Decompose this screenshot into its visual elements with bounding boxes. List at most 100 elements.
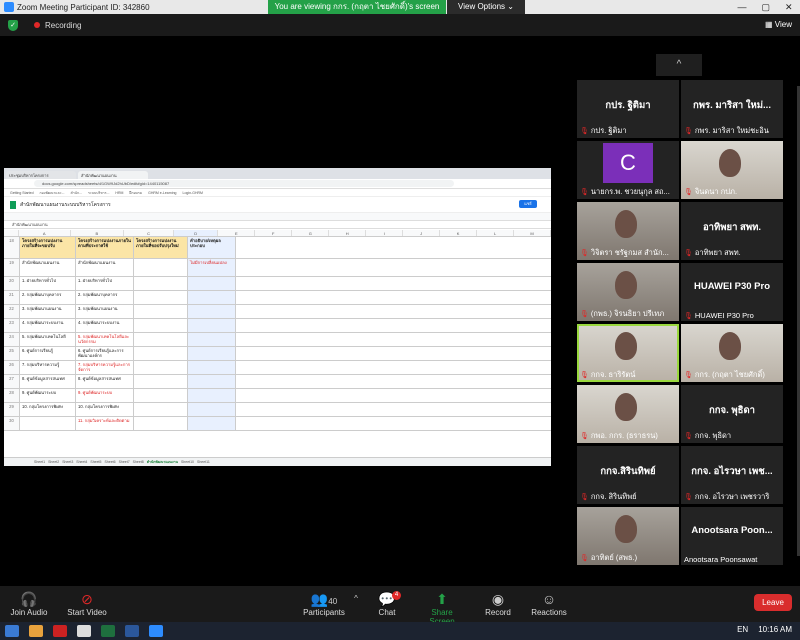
join-audio-button[interactable]: 🎧 Join Audio [8, 590, 50, 617]
view-button[interactable]: ▦ View [765, 20, 792, 29]
shared-screen[interactable]: ประชุมบริหารโครงการ สำนักพัฒนาแผนงาน doc… [4, 168, 551, 466]
participant-tile[interactable]: กกจ.สิรินทิพย์ 🎙 กกจ. สิรินทิพย์ [577, 446, 679, 504]
table-cell[interactable] [134, 375, 188, 388]
table-cell[interactable] [134, 417, 188, 430]
sheet-tab[interactable]: Sheet7 [119, 460, 130, 464]
browser-tab[interactable]: ประชุมบริหารโครงการ [6, 171, 76, 179]
table-cell[interactable] [134, 389, 188, 402]
table-cell[interactable] [134, 347, 188, 360]
header-cell[interactable]: คำอธิบาย/เหตุผลประกอบ [188, 237, 236, 258]
table-cell[interactable] [188, 319, 236, 332]
formula-bar[interactable]: สำนักพัฒนาแผนงาน [4, 221, 551, 229]
table-cell[interactable]: 3. กลุ่มพัฒนาแผนงาน [76, 305, 134, 318]
table-cell[interactable] [188, 375, 236, 388]
bookmark[interactable]: GHRM e-Learning [148, 191, 176, 195]
reactions-button[interactable]: ☺ Reactions [530, 590, 568, 617]
table-cell[interactable] [20, 417, 76, 430]
close-icon[interactable]: ✕ [785, 2, 793, 13]
participant-tile[interactable]: 🎙 กพอ. กกร. (ธราธรน) [577, 385, 679, 443]
table-cell[interactable]: ไม่มีการเปลี่ยนแปลง [188, 259, 236, 276]
table-cell[interactable]: 4. กลุ่มพัฒนาระบบงาน [76, 319, 134, 332]
language-indicator[interactable]: EN [737, 625, 748, 634]
table-cell[interactable]: 8. ศูนย์ข้อมูลสารสนเทศ [76, 375, 134, 388]
participant-tile[interactable]: กกจ. อไรวษา เพช... 🎙 กกจ. อไรวษา เพชรวาริ [681, 446, 783, 504]
table-cell[interactable]: 5. กลุ่มพัฒนาเทคโนโลยี [20, 333, 76, 346]
chat-button[interactable]: 💬 4 Chat [372, 590, 402, 617]
table-cell[interactable]: 8. ศูนย์ข้อมูลสารสนเทศ [20, 375, 76, 388]
sheet-grid[interactable]: A B C D E F G H I J K L M 18 โครงสร้างกา… [4, 230, 551, 456]
table-cell[interactable] [188, 277, 236, 290]
file-explorer-icon[interactable] [29, 625, 43, 637]
header-cell[interactable]: โครงสร้างการแบ่งงานภายในตามที่ประกาศใช้ [76, 237, 134, 258]
leave-button[interactable]: Leave [754, 594, 792, 611]
table-cell[interactable]: 5. กลุ่มพัฒนาเทคโนโลยีและนวัตกรรม [76, 333, 134, 346]
participant-tile[interactable]: 🎙 อาทิตย์ (สพธ.) [577, 507, 679, 565]
security-shield-icon[interactable]: ✓ [8, 19, 18, 31]
maximize-icon[interactable]: ▢ [761, 2, 770, 13]
table-cell[interactable]: 6. ศูนย์การเรียนรู้ [20, 347, 76, 360]
sheet-tab[interactable]: Sheet11 [197, 460, 210, 464]
excel-icon[interactable] [101, 625, 115, 637]
table-cell[interactable] [134, 291, 188, 304]
table-cell[interactable] [188, 403, 236, 416]
table-cell[interactable] [188, 333, 236, 346]
windows-start-icon[interactable] [5, 625, 19, 637]
table-cell[interactable] [188, 291, 236, 304]
bookmark[interactable]: กองพัฒนาและ... [40, 190, 65, 196]
chrome-icon[interactable] [77, 625, 91, 637]
participant-tile[interactable]: HUAWEI P30 Pro 🎙 HUAWEI P30 Pro [681, 263, 783, 321]
table-cell[interactable] [134, 333, 188, 346]
sheet-tab[interactable]: Sheet4 [76, 460, 87, 464]
bookmark[interactable]: ระบบบริหาร... [88, 190, 109, 196]
table-cell[interactable] [134, 259, 188, 276]
table-cell[interactable] [134, 403, 188, 416]
sheet-tab[interactable]: Sheet3 [62, 460, 73, 464]
table-cell[interactable]: 7. กลุ่มบริหารความรู้ [20, 361, 76, 374]
participant-tile[interactable]: 🎙 จินดนา กปภ. [681, 141, 783, 199]
table-cell[interactable]: 11. กลุ่มวิเคราะห์และติดตาม [76, 417, 134, 430]
table-cell[interactable] [188, 361, 236, 374]
table-cell[interactable]: 4. กลุ่มพัฒนาระบบงาน [20, 319, 76, 332]
word-icon[interactable] [125, 625, 139, 637]
bookmark[interactable]: HRM [115, 191, 123, 195]
table-cell[interactable] [188, 389, 236, 402]
table-cell[interactable]: 1. ฝ่ายบริหารทั่วไป [20, 277, 76, 290]
header-cell[interactable]: โครงสร้างการแบ่งงานภายในที่ขอปรับปรุงใหม… [134, 237, 188, 258]
participant-tile[interactable]: 🎙 กกจ. ธาริรัตน์ [577, 324, 679, 382]
collapse-panel-chevron-up-icon[interactable]: ^ [656, 54, 702, 76]
browser-url[interactable]: docs.google.com/spreadsheets/d/1GW9Jd2hU… [34, 180, 454, 187]
table-cell[interactable]: สำนักพัฒนาแผนงาน [76, 259, 134, 276]
table-cell[interactable] [188, 417, 236, 430]
header-cell[interactable]: โครงสร้างการแบ่งงานภายในที่จะขอปรับ [20, 237, 76, 258]
table-cell[interactable]: 10. กลุ่มโครงการพิเศษ [76, 403, 134, 416]
table-cell[interactable]: 10. กลุ่มโครงการพิเศษ [20, 403, 76, 416]
minimize-icon[interactable]: — [737, 2, 746, 13]
participants-button[interactable]: 👥40 Participants [298, 590, 350, 617]
participant-tile[interactable]: กพร. มาริสา ใหม่... 🎙 กพร. มาริสา ใหม่ชะอิ… [681, 80, 783, 138]
start-video-button[interactable]: ⊘ Start Video [64, 590, 110, 617]
bookmark[interactable]: Getting Started [10, 191, 34, 195]
table-cell[interactable] [134, 305, 188, 318]
opera-icon[interactable] [53, 625, 67, 637]
participant-tile[interactable]: 🎙 กกร. (กฤตา ไชยศักดิ์) [681, 324, 783, 382]
sheet-tab[interactable]: สำนักพัฒนาแผนงาน [147, 459, 178, 465]
table-cell[interactable] [188, 305, 236, 318]
sheet-tab[interactable]: Sheet2 [48, 460, 59, 464]
table-cell[interactable] [134, 319, 188, 332]
bookmark[interactable]: ฝึกอบรม [129, 190, 142, 196]
sheet-share-button[interactable]: แชร์ [519, 200, 537, 208]
participants-caret-icon[interactable]: ^ [352, 590, 360, 608]
sheet-tab[interactable]: Sheet1 [34, 460, 45, 464]
bookmark[interactable]: สำนัก... [71, 190, 83, 196]
participant-tile[interactable]: C 🎙 นายกร.พ. ชวยนุกุล สถ... [577, 141, 679, 199]
sheet-tab[interactable]: Sheet5 [90, 460, 101, 464]
participant-tile[interactable]: อาทิพยา สพท. 🎙 อาทิพยา สพท. [681, 202, 783, 260]
participant-tile[interactable]: 🎙 (กพธ.) จิรนธิยา ปรีเทภ [577, 263, 679, 321]
browser-tab-active[interactable]: สำนักพัฒนาแผนงาน [78, 171, 148, 179]
table-cell[interactable]: 9. ศูนย์พัฒนาระบบ [20, 389, 76, 402]
table-cell[interactable]: 9. ศูนย์พัฒนาระบบ [76, 389, 134, 402]
table-cell[interactable]: 7. กลุ่มบริหารความรู้และการจัดการ [76, 361, 134, 374]
view-options-button[interactable]: View Options ⌄ [447, 0, 525, 14]
zoom-taskbar-icon[interactable] [149, 625, 163, 637]
table-cell[interactable]: 6. ศูนย์การเรียนรู้และการพัฒนาองค์กร [76, 347, 134, 360]
